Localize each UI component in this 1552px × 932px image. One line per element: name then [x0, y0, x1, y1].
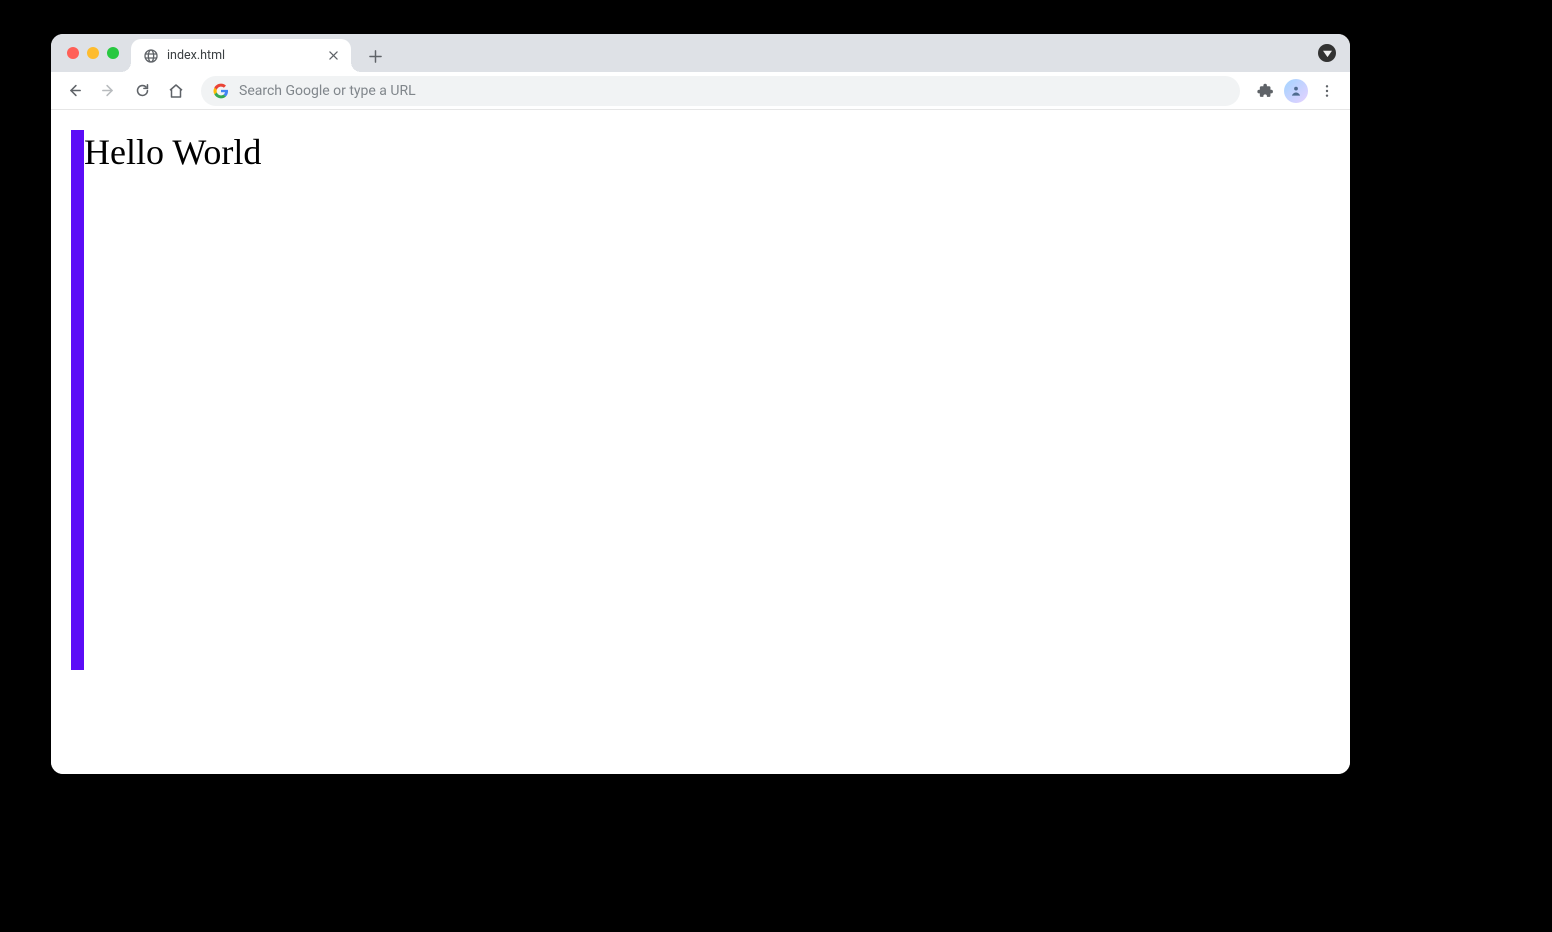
new-tab-button[interactable] — [361, 42, 389, 70]
toolbar: Search Google or type a URL — [51, 72, 1350, 110]
back-button[interactable] — [59, 76, 89, 106]
address-bar[interactable]: Search Google or type a URL — [201, 76, 1240, 106]
tab-title: index.html — [167, 48, 317, 63]
home-button[interactable] — [161, 76, 191, 106]
extensions-button[interactable] — [1250, 76, 1280, 106]
page-viewport: Hello World — [51, 110, 1350, 774]
page-content: Hello World — [71, 130, 261, 670]
tab-search-button[interactable] — [1318, 44, 1336, 62]
window-controls — [67, 47, 119, 59]
browser-tab[interactable]: index.html — [131, 39, 351, 72]
chrome-menu-button[interactable] — [1312, 76, 1342, 106]
browser-window: index.html — [51, 34, 1350, 774]
address-bar-placeholder: Search Google or type a URL — [239, 83, 1228, 99]
forward-button[interactable] — [93, 76, 123, 106]
page-heading: Hello World — [84, 130, 261, 170]
vertical-bar — [71, 130, 84, 670]
window-zoom-button[interactable] — [107, 47, 119, 59]
window-close-button[interactable] — [67, 47, 79, 59]
globe-icon — [143, 48, 159, 64]
tab-close-button[interactable] — [325, 48, 341, 64]
tab-strip: index.html — [51, 34, 1350, 72]
profile-avatar[interactable] — [1284, 79, 1308, 103]
window-minimize-button[interactable] — [87, 47, 99, 59]
google-icon — [213, 83, 229, 99]
reload-button[interactable] — [127, 76, 157, 106]
